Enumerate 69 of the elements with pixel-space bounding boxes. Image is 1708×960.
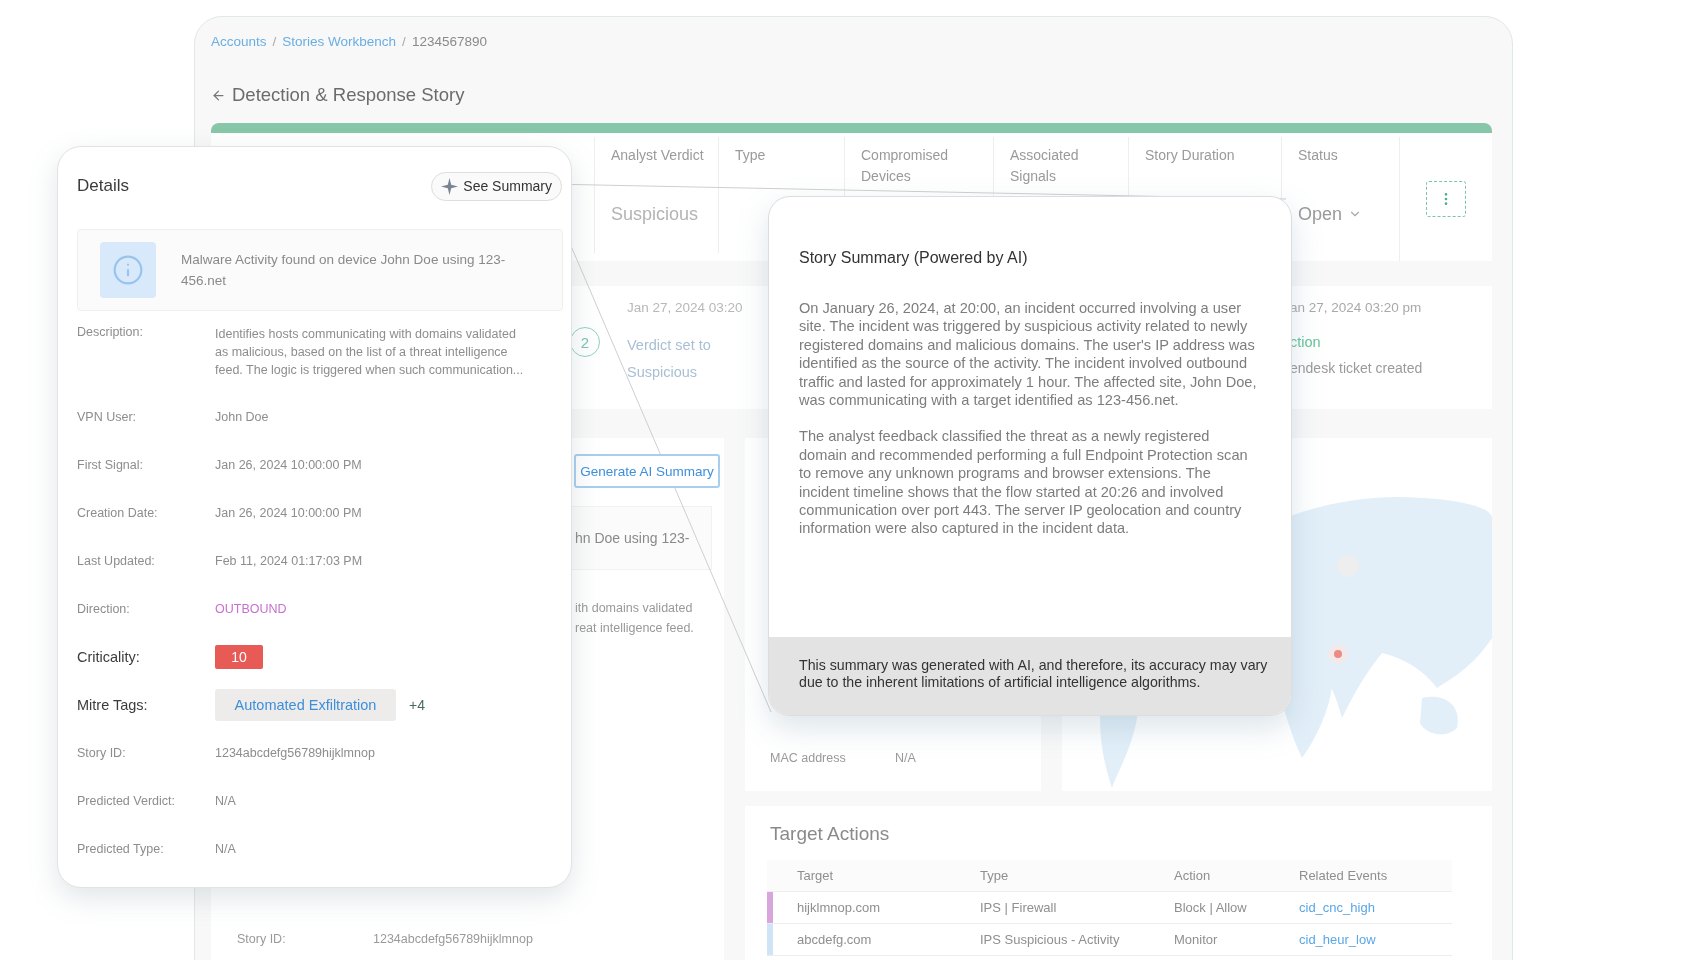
section-title: Target Actions (770, 822, 891, 846)
field-value: N/A (215, 841, 237, 858)
table-cell-text: IPS Suspicious - Activity (979, 932, 1121, 947)
field-label: Predicted Verdict: (77, 794, 176, 808)
table-cell-text: abcdefg.com (796, 932, 873, 947)
breadcrumb-link[interactable]: Stories Workbench (282, 33, 397, 51)
field-value: 1234abcdefg56789hijklmnop (373, 932, 533, 946)
column-label: Type (735, 146, 767, 165)
column-label: Compromised Devices (861, 146, 950, 186)
field-label: Direction: (77, 602, 131, 616)
field-label: Story ID: (237, 932, 287, 946)
field-label: MAC address (770, 751, 847, 765)
field-value: Jan 26, 2024 10:00:00 PM (215, 457, 363, 474)
column-label: Analyst Verdict (611, 146, 705, 165)
column-label: Associated Signals (1010, 146, 1080, 186)
field-value: John Doe (215, 409, 270, 426)
column-header: Target (796, 868, 835, 883)
field-value: Jan 26, 2024 10:00:00 PM (215, 505, 363, 522)
field-value: Identifies hosts communicating with domains validated as malicious, based on the list of a threat intelligence feed. The logic is triggered when such communication... (215, 326, 525, 379)
column-header: Related Events (1298, 868, 1389, 883)
field-label: VPN User: (77, 410, 138, 424)
field-value: 1234abcdefg56789hijklmnop (215, 745, 376, 762)
column-header: Action (1173, 868, 1212, 883)
column-label: Status (1298, 146, 1339, 165)
panel-title: Details (77, 176, 129, 196)
field-label: Description: (77, 325, 144, 339)
sparkle-icon (441, 177, 459, 195)
see-summary-button[interactable]: See Summary (431, 171, 562, 201)
summary-paragraph: The analyst feedback classified the threat as a newly registered domain and recommended performing a full Endpoint Protection scan to remove any unknown programs and browser extensions. The incident timeline shows that the flow started at 20:26 and involved communication over port 443. The server IP geolocation and country information were also captured in the incident data. (799, 427, 1249, 538)
more-tags-count[interactable]: +4 (409, 697, 425, 713)
table-cell-text: Monitor (1173, 932, 1219, 947)
field-label: Last Updated: (77, 554, 156, 568)
event-date: Jan 27, 2024 03:20 (627, 299, 743, 317)
field-label: Mitre Tags: (77, 697, 149, 713)
description-text: reat intelligence feed. (575, 620, 694, 636)
disclaimer-text: This summary was generated with AI, and therefore, its accuracy may vary due to the inherent limitations of artificial intelligence algorithms. (799, 657, 1269, 690)
column-value: Suspicious (611, 203, 700, 225)
generate-summary-button[interactable]: Generate AI Summary (574, 454, 720, 488)
page-title: Detection & Response Story (232, 84, 465, 106)
message-text: hn Doe using 123- (575, 530, 690, 546)
breadcrumb-link[interactable]: Accounts (211, 33, 267, 51)
field-value: N/A (215, 793, 237, 810)
field-label: Criticality: (77, 649, 141, 665)
field-label: Story ID: (77, 746, 127, 760)
breadcrumb-separator: / (402, 33, 406, 51)
event-text: Verdict set to Suspicious (627, 336, 712, 382)
table-cell-text: IPS | Firewall (979, 900, 1058, 915)
field-label: Creation Date: (77, 506, 159, 520)
direction-value: OUTBOUND (215, 601, 288, 618)
summary-paragraph: On January 26, 2024, at 20:00, an incident occurred involving a user site. The incident was triggered by suspicious activity related to newly registered domains and malicious domains. The user's IP address was identified as the source of the activity. The incident involved outbound traffic and lasted for approximately 1 hour. The affected site, John Doe, was communicating with a target identified as 123-456.net. (799, 299, 1258, 410)
field-label: Predicted Type: (77, 842, 165, 856)
event-link[interactable]: cid_cnc_high (1269, 900, 1452, 915)
table-cell-text: Block | Allow (1173, 900, 1248, 915)
column-label: Story Duration (1145, 146, 1236, 165)
event-text: endesk ticket created (1290, 359, 1423, 378)
field-value: N/A (895, 751, 916, 765)
criticality-badge: 10 (215, 645, 263, 669)
field-value: Feb 11, 2024 01:17:03 PM (215, 553, 364, 570)
breadcrumb-current: 1234567890 (411, 33, 487, 51)
breadcrumb-separator: / (272, 33, 277, 51)
mitre-tag[interactable]: Automated Exfiltration (215, 689, 396, 721)
column-header: Type (979, 868, 1010, 883)
info-icon (100, 242, 156, 298)
table-cell-text: hijklmnop.com (796, 900, 882, 915)
popup-title: Story Summary (Powered by AI) (799, 249, 1029, 267)
field-label: First Signal: (77, 458, 144, 472)
event-link[interactable]: cid_heur_low (1269, 932, 1452, 947)
alert-text: Malware Activity found on device John Doe using 123-456.net (181, 251, 507, 290)
status-dropdown[interactable]: Open (1298, 203, 1399, 225)
